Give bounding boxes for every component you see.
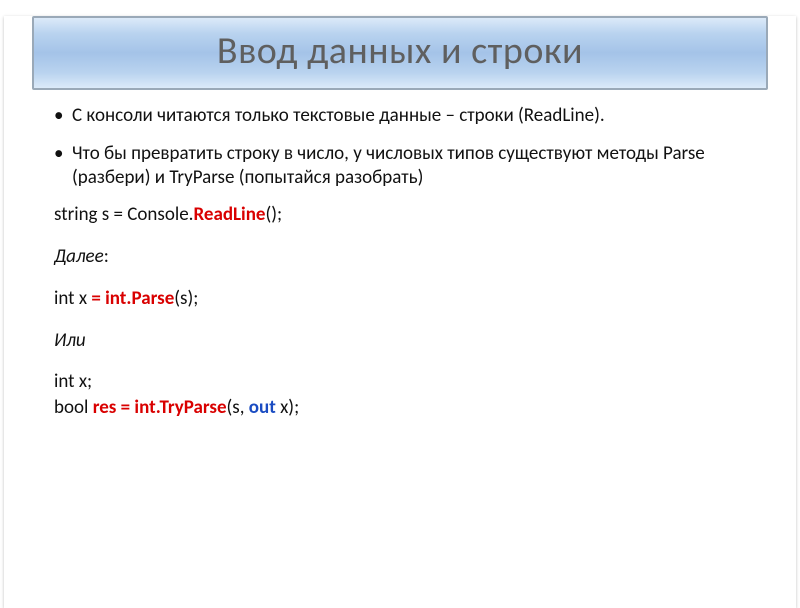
bullet-text: С консоли читаются только текстовые данн… bbox=[72, 104, 746, 128]
code-highlight: res = int.TryParse bbox=[93, 396, 227, 419]
colon: : bbox=[104, 245, 109, 268]
code-text: int x bbox=[54, 287, 91, 310]
code-text: bool bbox=[54, 396, 93, 419]
section-label-or: Или bbox=[54, 329, 746, 353]
code-line-decl: int x; bbox=[54, 370, 746, 394]
label-text: Далее bbox=[54, 245, 104, 268]
code-line-readline: string s = Console.ReadLine(); bbox=[54, 203, 746, 227]
page-title: Ввод данных и строки bbox=[34, 28, 766, 74]
section-label-next: Далее: bbox=[54, 245, 746, 269]
bullet-text: Что бы превратить строку в число, у числ… bbox=[72, 142, 746, 190]
bullet-item: • Что бы превратить строку в число, у чи… bbox=[54, 142, 746, 190]
code-highlight: = int.Parse bbox=[91, 287, 174, 310]
code-text: (); bbox=[266, 203, 283, 226]
code-text: (s, bbox=[227, 396, 249, 419]
code-text: x); bbox=[280, 396, 299, 419]
content-area: • С консоли читаются только текстовые да… bbox=[4, 90, 796, 420]
bullet-item: • С консоли читаются только текстовые да… bbox=[54, 104, 746, 128]
code-keyword: out bbox=[249, 396, 280, 419]
code-text: (s); bbox=[174, 287, 198, 310]
code-line-parse: int x = int.Parse(s); bbox=[54, 287, 746, 311]
code-highlight: ReadLine bbox=[193, 203, 265, 226]
slide: Ввод данных и строки • С консоли читаютс… bbox=[4, 16, 796, 608]
bullet-dot-icon: • bbox=[54, 142, 72, 190]
code-line-tryparse: bool res = int.TryParse(s, out x); bbox=[54, 396, 746, 420]
title-box: Ввод данных и строки bbox=[32, 16, 768, 90]
bullet-dot-icon: • bbox=[54, 104, 72, 128]
code-text: string s = Console. bbox=[54, 203, 193, 226]
